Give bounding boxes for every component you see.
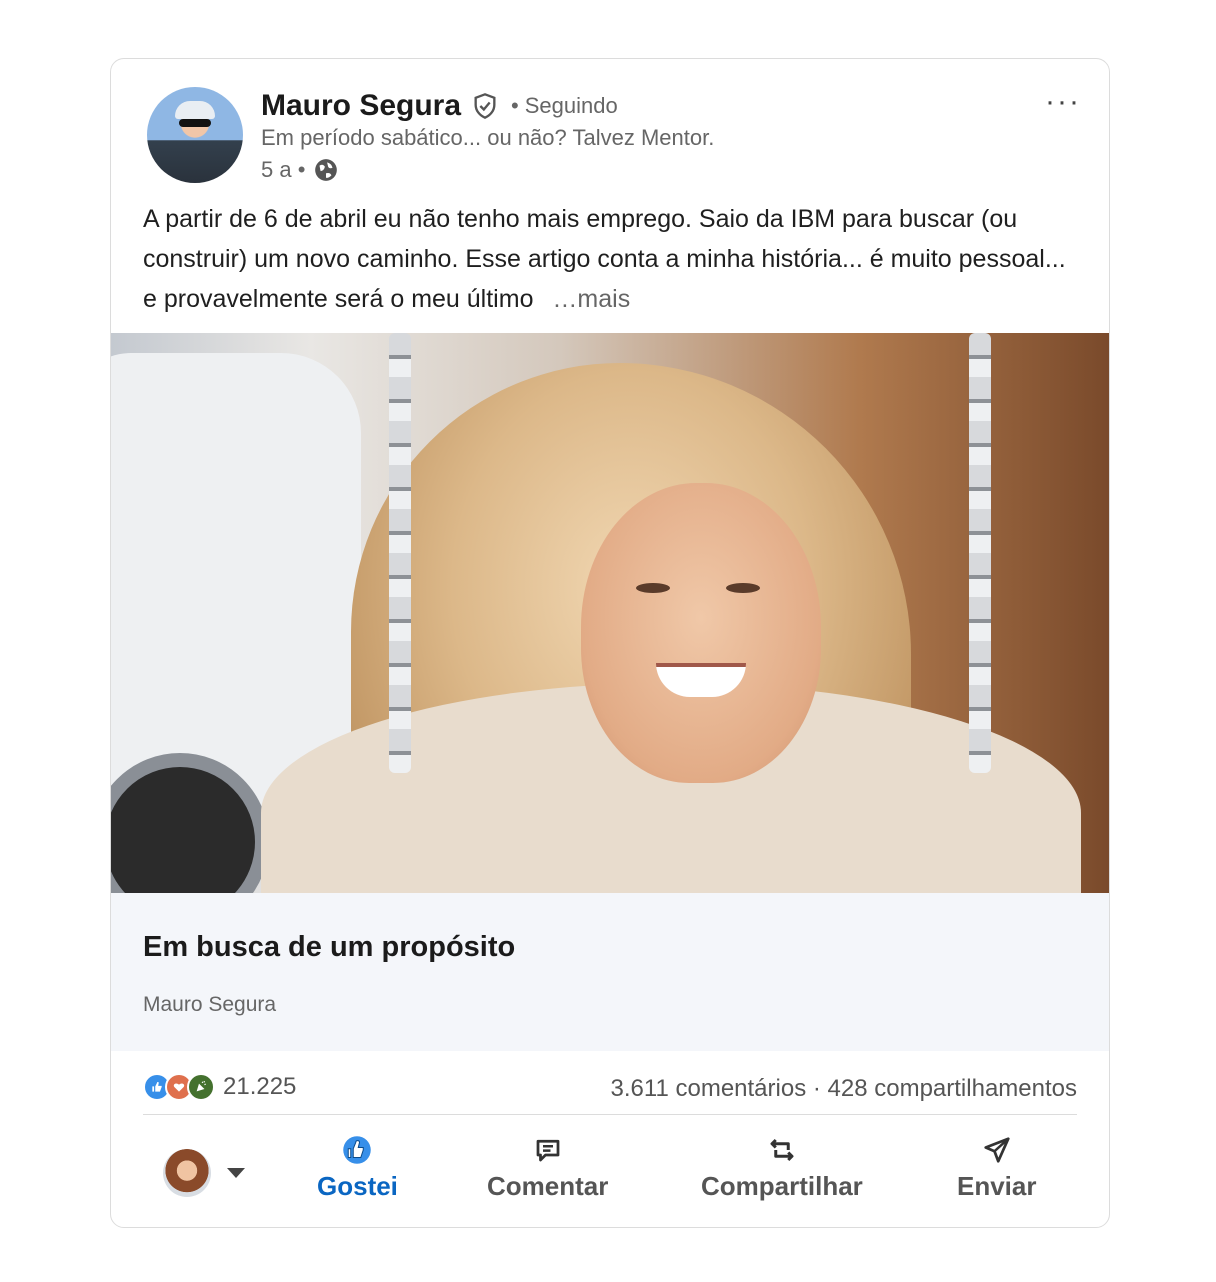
current-user-avatar: [163, 1149, 211, 1197]
post-text: A partir de 6 de abril eu não tenho mais…: [143, 199, 1073, 319]
image-eye-left: [636, 583, 670, 593]
post-meta: 5 a •: [261, 157, 339, 183]
avatar-glasses: [179, 119, 211, 127]
article-title[interactable]: Em busca de um propósito: [143, 931, 515, 964]
verified-icon: [474, 93, 496, 119]
reactions-summary[interactable]: 21.225: [143, 1073, 296, 1101]
comment-icon: [536, 1139, 560, 1162]
post-card: Mauro Segura • Seguindo Em período sabát…: [110, 58, 1110, 1228]
divider: [143, 1114, 1077, 1115]
follow-status: Seguindo: [524, 93, 618, 118]
repost-label: Compartilhar: [701, 1171, 863, 1201]
image-eye-right: [726, 583, 760, 593]
article-link-box[interactable]: Em busca de um propósito Mauro Segura: [111, 893, 1109, 1051]
celebrate-reaction-icon: [187, 1073, 215, 1101]
comment-button[interactable]: Comentar: [487, 1135, 608, 1202]
separator-dot: •: [511, 93, 519, 118]
article-image[interactable]: [111, 333, 1109, 893]
repost-icon: [770, 1138, 794, 1162]
author-headline: Em período sabático... ou não? Talvez Me…: [261, 125, 715, 150]
like-icon: [343, 1136, 372, 1164]
send-icon: [984, 1137, 1010, 1163]
action-bar: Gostei Comentar Compartilhar Enviar: [111, 1125, 1109, 1225]
see-more-link[interactable]: …mais: [552, 285, 630, 313]
comments-shares-count[interactable]: 3.611 comentários · 428 compartilhamento…: [611, 1075, 1077, 1103]
post-header: Mauro Segura • Seguindo Em período sabát…: [111, 59, 1109, 189]
repost-button[interactable]: Compartilhar: [701, 1135, 863, 1202]
article-author: Mauro Segura: [143, 993, 277, 1016]
social-counts: 21.225 3.611 comentários · 428 compartil…: [111, 1051, 1109, 1121]
swing-chain-right: [969, 333, 991, 773]
globe-icon: [315, 159, 338, 181]
avatar-cap: [175, 101, 215, 119]
author-name[interactable]: Mauro Segura: [261, 89, 461, 123]
author-name-row: Mauro Segura • Seguindo: [261, 89, 618, 123]
reactions-count: 21.225: [223, 1073, 297, 1100]
more-options-icon[interactable]: ···: [1045, 85, 1081, 119]
swing-chain-left: [389, 333, 411, 773]
image-face: [581, 483, 821, 783]
post-time: 5 a •: [261, 157, 306, 182]
send-label: Enviar: [957, 1171, 1037, 1201]
like-label: Gostei: [317, 1171, 398, 1201]
comment-label: Comentar: [487, 1171, 609, 1201]
caret-down-icon: [227, 1168, 245, 1178]
like-button[interactable]: Gostei: [317, 1135, 398, 1202]
send-button[interactable]: Enviar: [957, 1135, 1037, 1202]
author-avatar[interactable]: [147, 87, 243, 183]
reaction-as-selector[interactable]: [163, 1149, 245, 1197]
